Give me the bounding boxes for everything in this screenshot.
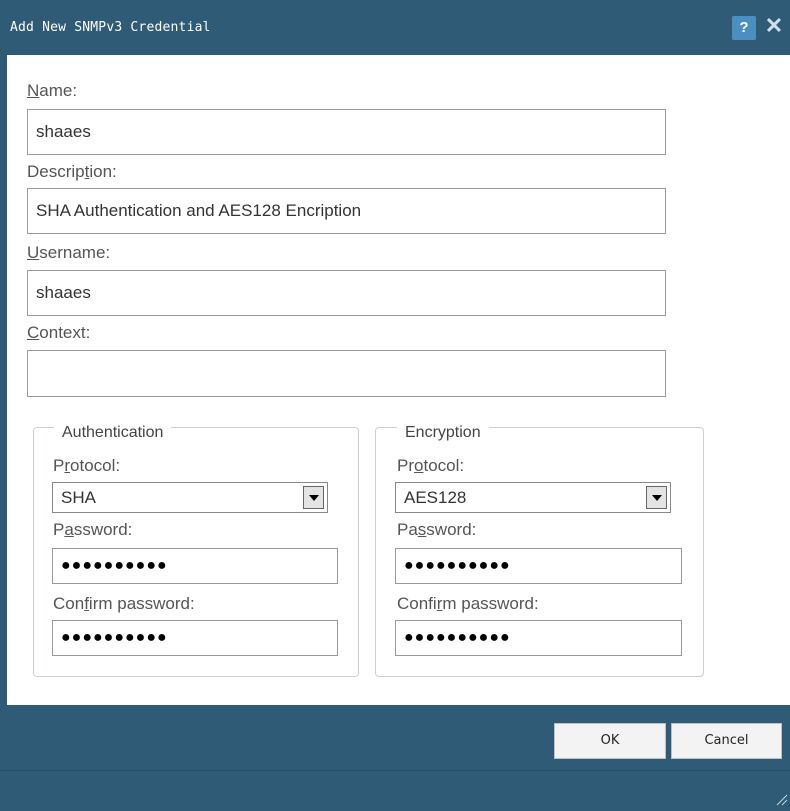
- ok-button[interactable]: OK: [554, 723, 666, 759]
- name-label: Name:: [27, 81, 78, 100]
- enc-confirm-password-label: Confirm password:: [397, 594, 539, 613]
- auth-confirm-password-value: ●●●●●●●●●●: [61, 629, 168, 646]
- description-label: Description:: [27, 162, 117, 181]
- name-field[interactable]: shaaes: [27, 109, 666, 155]
- enc-protocol-value: AES128: [404, 488, 467, 507]
- resize-grip-icon[interactable]: [774, 792, 788, 806]
- enc-password-label: Password:: [397, 520, 477, 539]
- context-label: Context:: [27, 323, 91, 342]
- snmpv3-credential-dialog: Add New SNMPv3 Credential ? ✕ Name: shaa…: [0, 0, 790, 811]
- close-icon[interactable]: ✕: [762, 14, 786, 38]
- enc-password-field[interactable]: ●●●●●●●●●●: [395, 548, 682, 584]
- footer-divider: [0, 770, 790, 771]
- context-field[interactable]: [27, 350, 666, 397]
- auth-password-label: Password:: [53, 520, 133, 539]
- auth-confirm-password-field[interactable]: ●●●●●●●●●●: [52, 620, 338, 656]
- encryption-legend: Encryption: [397, 424, 489, 442]
- chevron-down-icon[interactable]: [303, 486, 324, 509]
- auth-password-field[interactable]: ●●●●●●●●●●: [52, 548, 338, 584]
- description-field[interactable]: SHA Authentication and AES128 Encription: [27, 188, 666, 234]
- enc-password-value: ●●●●●●●●●●: [404, 557, 511, 574]
- enc-confirm-password-value: ●●●●●●●●●●: [404, 629, 511, 646]
- auth-protocol-label: Protocol:: [53, 456, 121, 475]
- cancel-button[interactable]: Cancel: [671, 723, 782, 759]
- username-value: shaaes: [36, 283, 91, 302]
- dialog-titlebar: Add New SNMPv3 Credential ? ✕: [0, 0, 790, 55]
- auth-protocol-value: SHA: [61, 488, 96, 507]
- auth-protocol-select[interactable]: SHA: [52, 482, 328, 513]
- dialog-title: Add New SNMPv3 Credential: [10, 20, 211, 35]
- description-value: SHA Authentication and AES128 Encription: [36, 201, 362, 220]
- chevron-down-icon[interactable]: [646, 486, 667, 509]
- auth-password-value: ●●●●●●●●●●: [61, 557, 168, 574]
- authentication-legend: Authentication: [54, 424, 172, 442]
- username-label: Username:: [27, 243, 111, 262]
- enc-confirm-password-field[interactable]: ●●●●●●●●●●: [395, 620, 682, 656]
- name-value: shaaes: [36, 122, 91, 141]
- auth-confirm-password-label: Confirm password:: [53, 594, 195, 613]
- enc-protocol-select[interactable]: AES128: [395, 482, 671, 513]
- help-icon[interactable]: ?: [732, 16, 756, 40]
- dialog-left-border: [0, 55, 7, 705]
- username-field[interactable]: shaaes: [27, 270, 666, 316]
- enc-protocol-label: Protocol:: [397, 456, 465, 475]
